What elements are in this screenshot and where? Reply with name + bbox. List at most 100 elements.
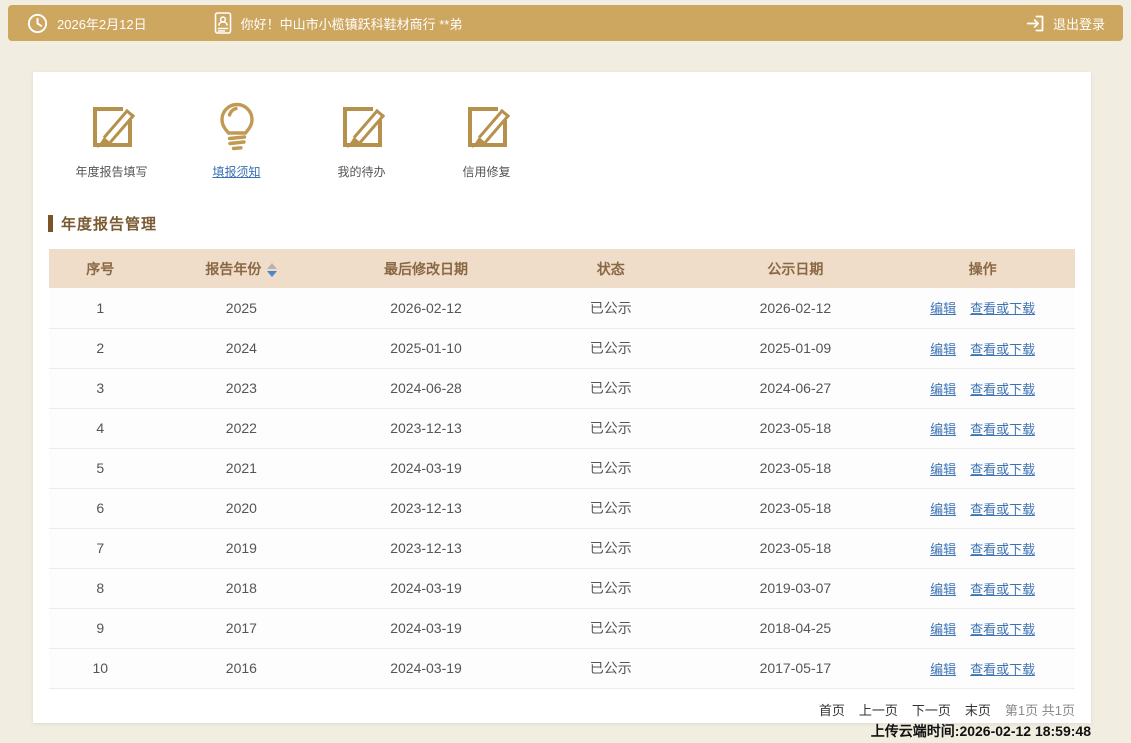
section-title-text: 年度报告管理: [61, 213, 157, 234]
user-badge-icon: [213, 11, 233, 35]
cell-serial: 6: [49, 488, 152, 528]
col-header-modified: 最后修改日期: [331, 249, 521, 288]
view-or-download-link[interactable]: 查看或下载: [970, 622, 1035, 637]
view-or-download-link[interactable]: 查看或下载: [970, 382, 1035, 397]
edit-link[interactable]: 编辑: [930, 301, 956, 316]
cell-modified: 2024-03-19: [331, 648, 521, 688]
quick-action-filing-notice[interactable]: 填报须知: [174, 96, 299, 180]
cell-operation: 编辑查看或下载: [890, 368, 1075, 408]
quick-action-label: 年度报告填写: [75, 163, 147, 180]
col-header-operation: 操作: [890, 249, 1075, 288]
quick-action-annual-report-fill[interactable]: 年度报告填写: [49, 96, 174, 180]
cell-published: 2018-04-25: [700, 608, 890, 648]
cell-year: 2025: [152, 288, 332, 328]
cell-serial: 4: [49, 408, 152, 448]
cell-modified: 2024-03-19: [331, 448, 521, 488]
cell-published: 2023-05-18: [700, 488, 890, 528]
view-or-download-link[interactable]: 查看或下载: [970, 342, 1035, 357]
cell-modified: 2024-06-28: [331, 368, 521, 408]
cell-year: 2020: [152, 488, 332, 528]
cell-modified: 2025-01-10: [331, 328, 521, 368]
edit-link[interactable]: 编辑: [930, 582, 956, 597]
cell-operation: 编辑查看或下载: [890, 408, 1075, 448]
cell-operation: 编辑查看或下载: [890, 448, 1075, 488]
cell-modified: 2023-12-13: [331, 488, 521, 528]
pagination-last[interactable]: 末页: [965, 700, 991, 719]
edit-link[interactable]: 编辑: [930, 542, 956, 557]
cell-modified: 2023-12-13: [331, 408, 521, 448]
logout-label: 退出登录: [1053, 14, 1105, 33]
quick-action-label: 填报须知: [212, 163, 260, 180]
pagination-prev[interactable]: 上一页: [859, 700, 898, 719]
cell-published: 2024-06-27: [700, 368, 890, 408]
cell-status: 已公示: [521, 288, 701, 328]
cell-status: 已公示: [521, 368, 701, 408]
cell-status: 已公示: [521, 648, 701, 688]
cell-modified: 2026-02-12: [331, 288, 521, 328]
pagination-first[interactable]: 首页: [819, 700, 845, 719]
col-header-status: 状态: [521, 249, 701, 288]
cell-serial: 3: [49, 368, 152, 408]
quick-actions-row: 年度报告填写 填报须知: [33, 72, 1091, 180]
cell-status: 已公示: [521, 408, 701, 448]
cell-serial: 2: [49, 328, 152, 368]
table-header-row: 序号 报告年份 最后修改日期 状态 公示日期 操作: [49, 249, 1075, 288]
pagination-info: 第1页 共1页: [1005, 700, 1075, 719]
cell-published: 2023-05-18: [700, 408, 890, 448]
cell-year: 2022: [152, 408, 332, 448]
table-row: 320232024-06-28已公示2024-06-27编辑查看或下载: [49, 368, 1075, 408]
upload-time-text: 上传云端时间:2026-02-12 18:59:48: [871, 721, 1091, 741]
cell-modified: 2023-12-13: [331, 528, 521, 568]
pagination-next[interactable]: 下一页: [912, 700, 951, 719]
view-or-download-link[interactable]: 查看或下载: [970, 662, 1035, 677]
edit-link[interactable]: 编辑: [930, 342, 956, 357]
view-or-download-link[interactable]: 查看或下载: [970, 582, 1035, 597]
view-or-download-link[interactable]: 查看或下载: [970, 542, 1035, 557]
col-header-published: 公示日期: [700, 249, 890, 288]
main-panel: 年度报告填写 填报须知: [33, 72, 1091, 723]
edit-link[interactable]: 编辑: [930, 502, 956, 517]
cell-status: 已公示: [521, 488, 701, 528]
col-header-serial: 序号: [49, 249, 152, 288]
view-or-download-link[interactable]: 查看或下载: [970, 301, 1035, 316]
cell-year: 2018: [152, 568, 332, 608]
logout-button[interactable]: 退出登录: [1025, 13, 1105, 34]
cell-operation: 编辑查看或下载: [890, 488, 1075, 528]
cell-operation: 编辑查看或下载: [890, 568, 1075, 608]
cell-operation: 编辑查看或下载: [890, 608, 1075, 648]
table-row: 720192023-12-13已公示2023-05-18编辑查看或下载: [49, 528, 1075, 568]
cell-serial: 10: [49, 648, 152, 688]
quick-action-label: 我的待办: [337, 163, 385, 180]
cell-year: 2016: [152, 648, 332, 688]
sort-asc-icon: [267, 263, 277, 269]
edit-link[interactable]: 编辑: [930, 422, 956, 437]
quick-action-my-todo[interactable]: 我的待办: [299, 96, 424, 180]
cell-status: 已公示: [521, 448, 701, 488]
edit-square-icon: [334, 96, 390, 154]
view-or-download-link[interactable]: 查看或下载: [970, 462, 1035, 477]
edit-link[interactable]: 编辑: [930, 382, 956, 397]
view-or-download-link[interactable]: 查看或下载: [970, 502, 1035, 517]
edit-link[interactable]: 编辑: [930, 462, 956, 477]
table-row: 620202023-12-13已公示2023-05-18编辑查看或下载: [49, 488, 1075, 528]
edit-link[interactable]: 编辑: [930, 622, 956, 637]
cell-status: 已公示: [521, 568, 701, 608]
view-or-download-link[interactable]: 查看或下载: [970, 422, 1035, 437]
cell-serial: 5: [49, 448, 152, 488]
cell-modified: 2024-03-19: [331, 608, 521, 648]
table-row: 520212024-03-19已公示2023-05-18编辑查看或下载: [49, 448, 1075, 488]
table-row: 1020162024-03-19已公示2017-05-17编辑查看或下载: [49, 648, 1075, 688]
quick-action-credit-repair[interactable]: 信用修复: [424, 96, 549, 180]
edit-square-icon: [459, 96, 515, 154]
cell-year: 2019: [152, 528, 332, 568]
greeting-text: 你好！中山市小榄镇跃科鞋材商行 **弟: [241, 14, 463, 33]
sort-control-year[interactable]: [267, 263, 277, 277]
cell-published: 2023-05-18: [700, 528, 890, 568]
cell-serial: 1: [49, 288, 152, 328]
edit-link[interactable]: 编辑: [930, 662, 956, 677]
cell-published: 2026-02-12: [700, 288, 890, 328]
cell-operation: 编辑查看或下载: [890, 648, 1075, 688]
cell-published: 2025-01-09: [700, 328, 890, 368]
section-title: 年度报告管理: [48, 213, 1091, 234]
cell-operation: 编辑查看或下载: [890, 528, 1075, 568]
